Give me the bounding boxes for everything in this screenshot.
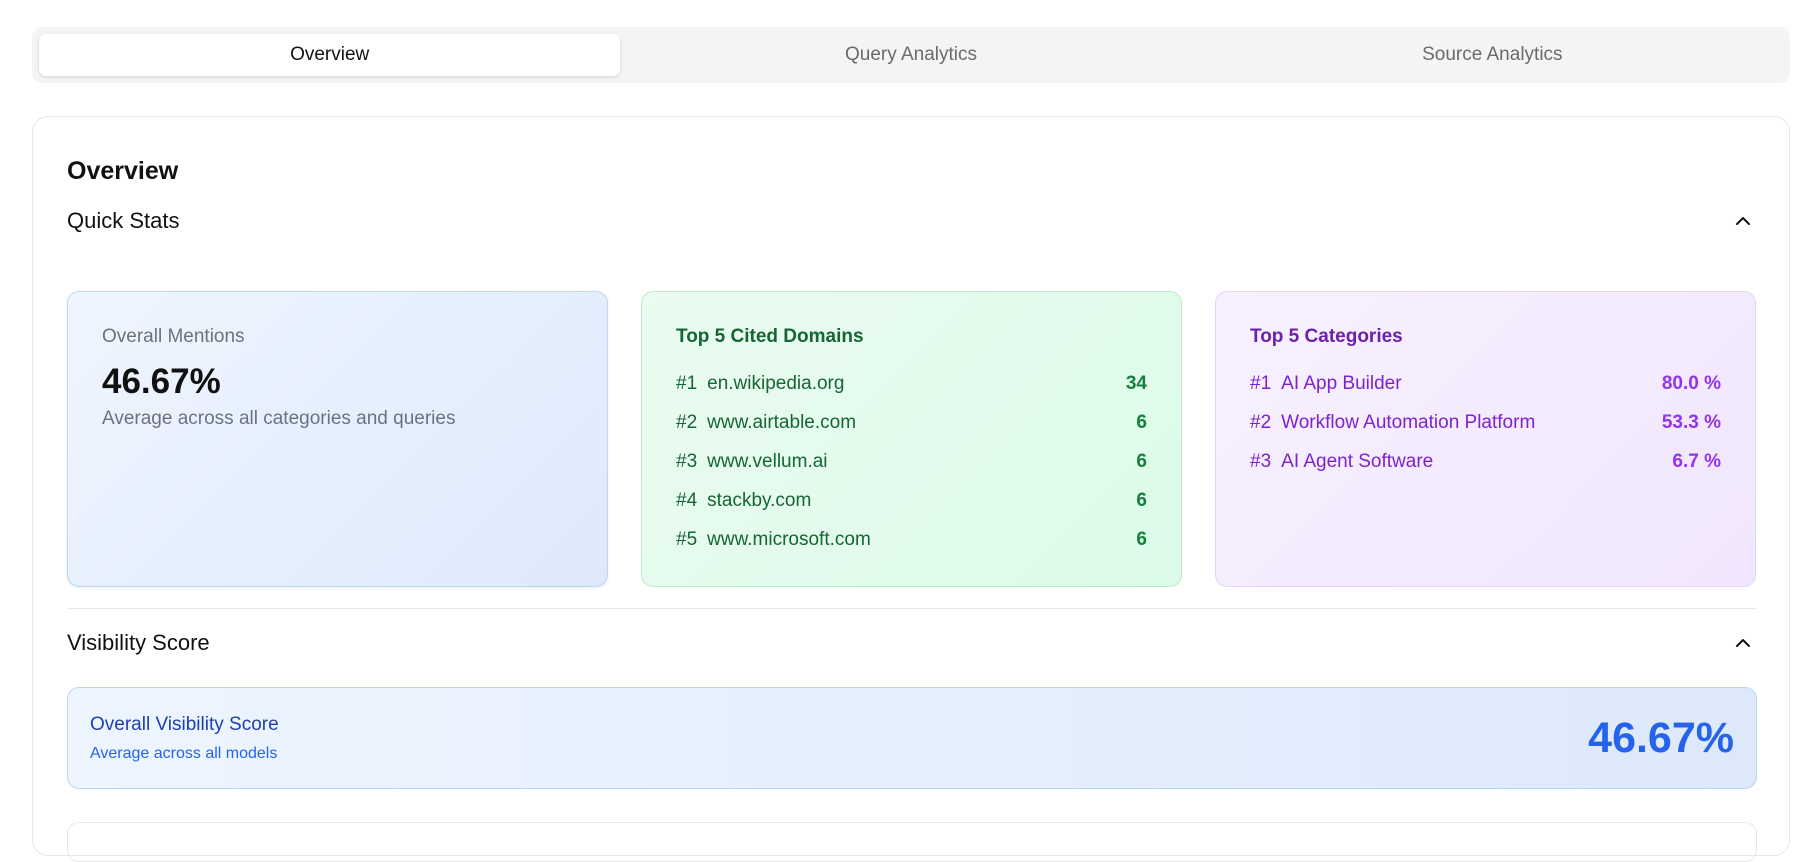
list-item: #5 www.microsoft.com 6 (676, 520, 1147, 559)
category-name: AI App Builder (1281, 372, 1402, 394)
tab-query-analytics[interactable]: Query Analytics (620, 34, 1201, 76)
list-item: #3 AI Agent Software 6.7 % (1250, 442, 1721, 481)
rank-number: #5 (676, 528, 698, 550)
list-item: #4 stackby.com 6 (676, 481, 1147, 520)
domain-name: www.airtable.com (707, 411, 857, 433)
section-divider (67, 608, 1757, 609)
mentions-subtitle: Average across all categories and querie… (102, 408, 456, 429)
rank-number: #4 (676, 489, 698, 511)
chevron-up-icon[interactable] (1729, 629, 1757, 657)
rank-number: #2 (1250, 411, 1272, 433)
rank-number: #2 (676, 411, 698, 433)
category-name: AI Agent Software (1281, 450, 1434, 472)
rank-number: #1 (1250, 372, 1272, 394)
top-domains-title: Top 5 Cited Domains (676, 326, 864, 347)
top-domains-card: Top 5 Cited Domains #1 en.wikipedia.org 3… (641, 291, 1182, 587)
rank-number: #3 (676, 450, 698, 472)
top-categories-title: Top 5 Categories (1250, 326, 1403, 347)
domain-list: #1 en.wikipedia.org 34 #2 www.airtable.com… (676, 364, 1147, 559)
visibility-card-subtitle: Average across all models (90, 744, 278, 762)
category-list: #1 AI App Builder 80.0 % #2 Workflow Autom… (1250, 364, 1721, 481)
domain-name: stackby.com (707, 489, 812, 511)
citation-count: 6 (1136, 528, 1147, 550)
tab-source-analytics[interactable]: Source Analytics (1202, 34, 1783, 76)
quick-stats-title: Quick Stats (67, 208, 180, 233)
top-categories-card: Top 5 Categories #1 AI App Builder 80.0 %… (1215, 291, 1756, 587)
overall-mentions-card: Overall Mentions 46.67% Average across a… (67, 291, 608, 587)
page-title: Overview (67, 157, 179, 185)
tab-overview[interactable]: Overview (39, 34, 621, 76)
list-item: #2 Workflow Automation Platform 53.3 % (1250, 403, 1721, 442)
citation-count: 6 (1136, 489, 1147, 511)
mentions-label: Overall Mentions (102, 326, 245, 347)
category-percent: 53.3 % (1661, 411, 1721, 433)
visibility-card-title: Overall Visibility Score (90, 713, 279, 735)
visibility-score-header[interactable]: Visibility Score (67, 629, 1757, 657)
category-name: Workflow Automation Platform (1281, 411, 1536, 433)
rank-number: #1 (676, 372, 698, 394)
category-percent: 80.0 % (1661, 372, 1721, 394)
mentions-value: 46.67% (102, 362, 221, 401)
citation-count: 6 (1136, 450, 1147, 472)
list-item: #2 www.airtable.com 6 (676, 403, 1147, 442)
next-section-card (67, 822, 1757, 862)
rank-number: #3 (1250, 450, 1272, 472)
citation-count: 34 (1125, 372, 1147, 394)
category-percent: 6.7 % (1672, 450, 1721, 472)
tab-bar: Overview Query Analytics Source Analytic… (32, 27, 1790, 83)
citation-count: 6 (1136, 411, 1147, 433)
chevron-up-icon[interactable] (1729, 207, 1757, 235)
visibility-score-title: Visibility Score (67, 630, 210, 655)
visibility-score-value: 46.67% (1588, 713, 1734, 762)
list-item: #3 www.vellum.ai 6 (676, 442, 1147, 481)
quick-stats-header[interactable]: Quick Stats (67, 207, 1757, 235)
visibility-score-card: Overall Visibility Score Average across … (67, 687, 1757, 789)
domain-name: www.vellum.ai (707, 450, 828, 472)
overview-panel: Overview Quick Stats Overall Mentions 46… (32, 116, 1790, 862)
list-item: #1 en.wikipedia.org 34 (676, 364, 1147, 403)
domain-name: www.microsoft.com (707, 528, 871, 550)
domain-name: en.wikipedia.org (707, 372, 845, 394)
list-item: #1 AI App Builder 80.0 % (1250, 364, 1721, 403)
